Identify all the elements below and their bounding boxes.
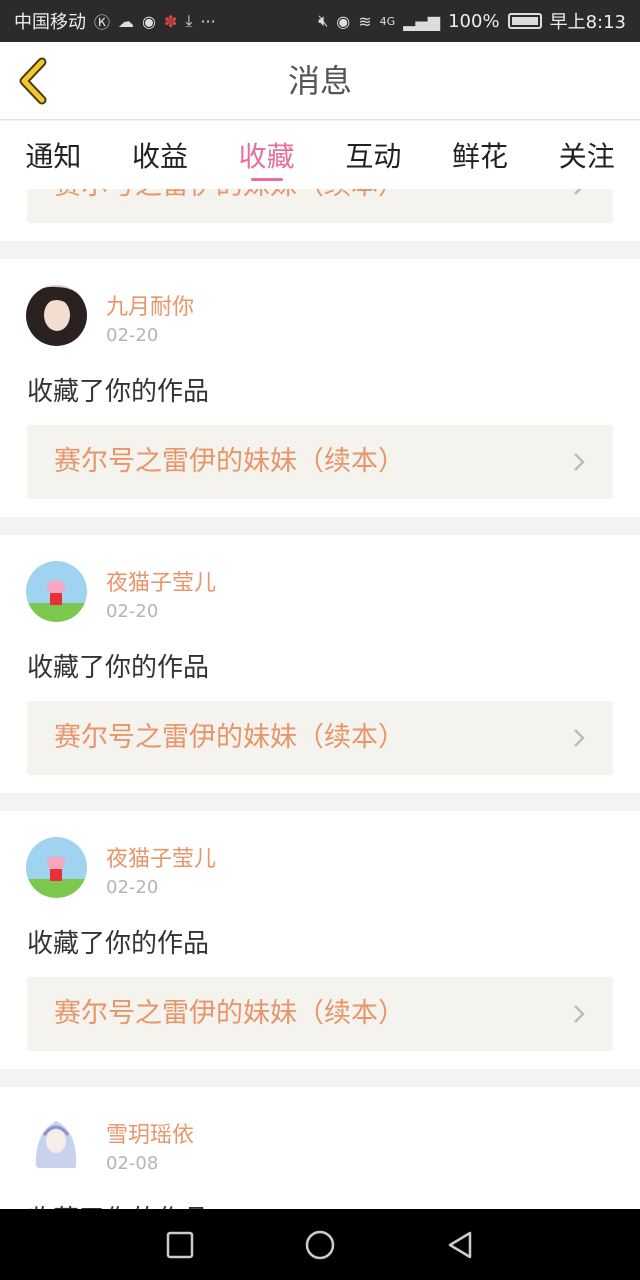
chevron-right-icon xyxy=(574,1005,585,1023)
more-icon: ··· xyxy=(200,11,216,31)
chevron-right-icon xyxy=(574,453,585,471)
work-link[interactable]: 赛尔号之雷伊的妹妹（续本） xyxy=(27,425,613,499)
timestamp: 02-08 xyxy=(106,1153,159,1174)
action-text: 收藏了你的作品 xyxy=(27,929,210,959)
list-item: 九月耐你 02-20 收藏了你的作品 赛尔号之雷伊的妹妹（续本） xyxy=(0,259,640,517)
work-link[interactable]: 赛尔号之雷伊的妹妹（续本） xyxy=(27,977,613,1051)
avatar[interactable] xyxy=(26,1113,87,1174)
message-list[interactable]: 赛尔号之雷伊的妹妹（续本） 九月耐你 02-20 收藏了你的作品 赛尔号之雷伊的… xyxy=(0,189,640,1209)
username[interactable]: 夜猫子莹儿 xyxy=(106,565,216,597)
circle-icon xyxy=(305,1230,335,1259)
avatar[interactable] xyxy=(26,837,87,898)
username[interactable]: 九月耐你 xyxy=(106,289,194,321)
tab-earnings[interactable]: 收益 xyxy=(107,121,214,189)
peppa-avatar-icon xyxy=(26,837,87,898)
home-button[interactable] xyxy=(300,1225,340,1265)
wifi-icon: ≋ xyxy=(358,11,372,31)
download-icon: ⤓ xyxy=(185,11,193,30)
list-item: 赛尔号之雷伊的妹妹（续本） xyxy=(0,189,640,241)
avatar[interactable] xyxy=(26,285,87,346)
peppa-avatar-icon xyxy=(26,561,87,622)
chevron-right-icon xyxy=(574,189,582,195)
app-header: 消息 xyxy=(0,42,640,120)
clock: 早上8:13 xyxy=(549,12,626,33)
action-text: 收藏了你的作品 xyxy=(27,653,210,683)
signal-icon: ▂▄▆ xyxy=(403,11,441,31)
back-nav-button[interactable] xyxy=(440,1225,480,1265)
avatar[interactable] xyxy=(26,561,87,622)
work-link[interactable]: 赛尔号之雷伊的妹妹（续本） xyxy=(27,189,613,223)
tab-follow[interactable]: 关注 xyxy=(533,121,640,189)
list-item: 夜猫子莹儿 02-20 收藏了你的作品 赛尔号之雷伊的妹妹（续本） xyxy=(0,535,640,793)
work-title: 赛尔号之雷伊的妹妹（续本） xyxy=(54,722,405,753)
work-title: 赛尔号之雷伊的妹妹（续本） xyxy=(54,189,405,223)
list-item: 雪玥瑶依 02-08 收藏了你的作品 xyxy=(0,1087,640,1209)
list-item: 夜猫子莹儿 02-20 收藏了你的作品 赛尔号之雷伊的妹妹（续本） xyxy=(0,811,640,1069)
app-icon: ◉ xyxy=(142,11,156,31)
mute-icon: 🔇︎ xyxy=(318,11,329,30)
girl-avatar-icon xyxy=(26,285,87,346)
network-label: 4G xyxy=(379,14,396,28)
timestamp: 02-20 xyxy=(106,325,159,346)
carrier-label: 中国移动 xyxy=(14,12,86,33)
timestamp: 02-20 xyxy=(106,601,159,622)
tab-flowers[interactable]: 鲜花 xyxy=(427,121,534,189)
username[interactable]: 雪玥瑶依 xyxy=(106,1117,194,1149)
star-icon: ✽ xyxy=(163,11,178,31)
battery-percent: 100% xyxy=(448,10,500,32)
work-title: 赛尔号之雷伊的妹妹（续本） xyxy=(54,998,405,1029)
k-icon: Ⓚ xyxy=(94,13,111,32)
work-link[interactable]: 赛尔号之雷伊的妹妹（续本） xyxy=(27,701,613,775)
tab-interaction[interactable]: 互动 xyxy=(320,121,427,189)
action-text: 收藏了你的作品 xyxy=(27,1199,209,1209)
eye-icon: ◉ xyxy=(336,11,351,31)
weibo-icon: ☁ xyxy=(118,11,135,31)
battery-icon xyxy=(507,13,542,29)
system-nav-bar xyxy=(0,1209,640,1280)
status-bar: 中国移动 Ⓚ ☁ ◉ ✽ ⤓ ··· 🔇︎ ◉ ≋ 4G ▂▄▆ 100% 早上… xyxy=(0,0,640,42)
action-text: 收藏了你的作品 xyxy=(27,377,210,407)
work-title: 赛尔号之雷伊的妹妹（续本） xyxy=(54,446,405,477)
page-title: 消息 xyxy=(287,62,352,100)
username[interactable]: 夜猫子莹儿 xyxy=(106,841,216,873)
timestamp: 02-20 xyxy=(106,877,159,898)
tab-notice[interactable]: 通知 xyxy=(0,121,107,189)
square-icon xyxy=(166,1231,194,1258)
chevron-right-icon xyxy=(574,729,585,747)
recents-button[interactable] xyxy=(160,1225,200,1265)
triangle-back-icon xyxy=(448,1231,472,1258)
tab-favorites[interactable]: 收藏 xyxy=(213,121,320,189)
tab-bar: 通知 收益 收藏 互动 鲜花 关注 xyxy=(0,121,640,189)
anime-avatar-icon xyxy=(26,1113,87,1174)
